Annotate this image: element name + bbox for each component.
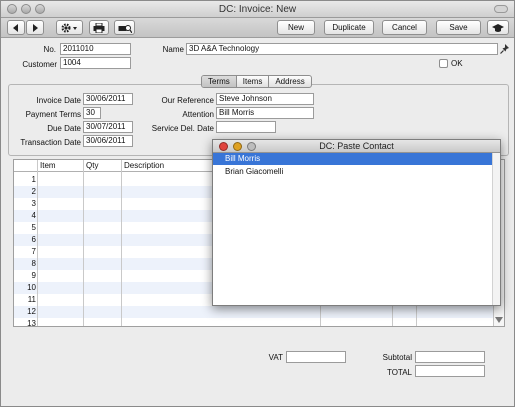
invoice-date-field[interactable]: 30/06/2011	[83, 93, 133, 105]
previous-record-button[interactable]	[7, 20, 25, 35]
row-number: 1	[31, 175, 36, 184]
tab-bar: Terms Items Address	[201, 75, 312, 88]
save-button[interactable]: Save	[436, 20, 481, 35]
row-number: 4	[31, 211, 36, 220]
customer-field[interactable]: 1004	[60, 57, 131, 69]
name-field[interactable]: 3D A&A Technology	[186, 43, 498, 55]
no-label: No.	[43, 45, 56, 54]
print-preview-button[interactable]	[114, 20, 135, 35]
row-number: 2	[31, 187, 36, 196]
row-number: 3	[31, 199, 36, 208]
cancel-button[interactable]: Cancel	[382, 20, 427, 35]
vat-field[interactable]	[286, 351, 346, 363]
payment-terms-label: Payment Terms	[25, 110, 81, 119]
row-number: 7	[31, 247, 36, 256]
popup-scrollbar[interactable]	[492, 153, 500, 305]
toolbar-toggle-button[interactable]	[494, 5, 508, 13]
duplicate-button[interactable]: Duplicate	[324, 20, 374, 35]
our-reference-label: Our Reference	[161, 96, 214, 105]
row-number: 8	[31, 259, 36, 268]
list-item[interactable]: Brian Giacomelli	[213, 166, 492, 178]
column-header-item[interactable]: Item	[40, 161, 56, 170]
ok-label: OK	[451, 59, 463, 68]
next-record-button[interactable]	[26, 20, 44, 35]
subtotal-field[interactable]	[415, 351, 485, 363]
arrow-right-icon	[33, 24, 38, 32]
attention-label: Attention	[182, 110, 214, 119]
column-header-description[interactable]: Description	[124, 161, 164, 170]
row-number: 6	[31, 235, 36, 244]
attention-field[interactable]: Bill Morris	[216, 107, 314, 119]
popup-title: DC: Paste Contact	[319, 141, 394, 151]
scroll-down-icon[interactable]	[495, 317, 503, 323]
no-field[interactable]: 2011010	[60, 43, 131, 55]
new-button[interactable]: New	[277, 20, 315, 35]
column-divider	[83, 160, 84, 326]
column-header-qty[interactable]: Qty	[86, 161, 98, 170]
window-title-bar[interactable]: DC: Invoice: New	[1, 1, 514, 18]
row-number: 5	[31, 223, 36, 232]
service-del-date-field[interactable]	[216, 121, 276, 133]
arrow-left-icon	[13, 24, 18, 32]
vat-label: VAT	[268, 353, 283, 362]
mortarboard-icon	[492, 24, 504, 32]
gear-icon	[60, 23, 77, 33]
service-del-date-label: Service Del. Date	[151, 124, 214, 133]
row-number: 9	[31, 271, 36, 280]
row-number: 10	[27, 283, 36, 292]
tab-items[interactable]: Items	[237, 76, 270, 87]
tab-terms[interactable]: Terms	[202, 76, 237, 87]
transaction-date-field[interactable]: 30/06/2011	[83, 135, 133, 147]
subtotal-label: Subtotal	[382, 353, 412, 362]
table-row[interactable]: 13	[14, 318, 504, 327]
paste-contact-window: DC: Paste Contact Bill Morris Brian Giac…	[212, 139, 501, 306]
invoice-date-label: Invoice Date	[36, 96, 81, 105]
window-title: DC: Invoice: New	[218, 4, 297, 15]
due-date-label: Due Date	[47, 124, 81, 133]
customer-label: Customer	[22, 60, 57, 69]
name-label: Name	[162, 45, 184, 54]
payment-terms-field[interactable]: 30	[83, 107, 101, 119]
table-row[interactable]: 12	[14, 306, 504, 318]
printer-icon	[93, 22, 105, 34]
list-item[interactable]: Bill Morris	[213, 153, 492, 165]
print-preview-icon	[118, 25, 132, 34]
tab-address[interactable]: Address	[269, 76, 310, 87]
total-field[interactable]	[415, 365, 485, 377]
ok-checkbox[interactable]	[439, 59, 448, 68]
print-button[interactable]	[89, 20, 109, 35]
column-divider	[37, 160, 38, 326]
our-reference-field[interactable]: Steve Johnson	[216, 93, 314, 105]
contact-list[interactable]: Bill Morris Brian Giacomelli	[213, 153, 500, 305]
total-label: TOTAL	[386, 368, 412, 377]
transaction-date-label: Transaction Date	[20, 138, 81, 147]
row-number: 13	[27, 319, 36, 327]
row-number: 11	[27, 295, 36, 304]
due-date-field[interactable]: 30/07/2011	[83, 121, 133, 133]
row-number: 12	[27, 307, 36, 316]
pin-icon[interactable]	[500, 44, 510, 54]
popup-title-bar[interactable]: DC: Paste Contact	[213, 140, 500, 153]
toolbar: New Duplicate Cancel Save	[1, 18, 514, 38]
column-divider	[121, 160, 122, 326]
help-button[interactable]	[487, 20, 509, 35]
operations-menu-button[interactable]	[56, 20, 83, 35]
